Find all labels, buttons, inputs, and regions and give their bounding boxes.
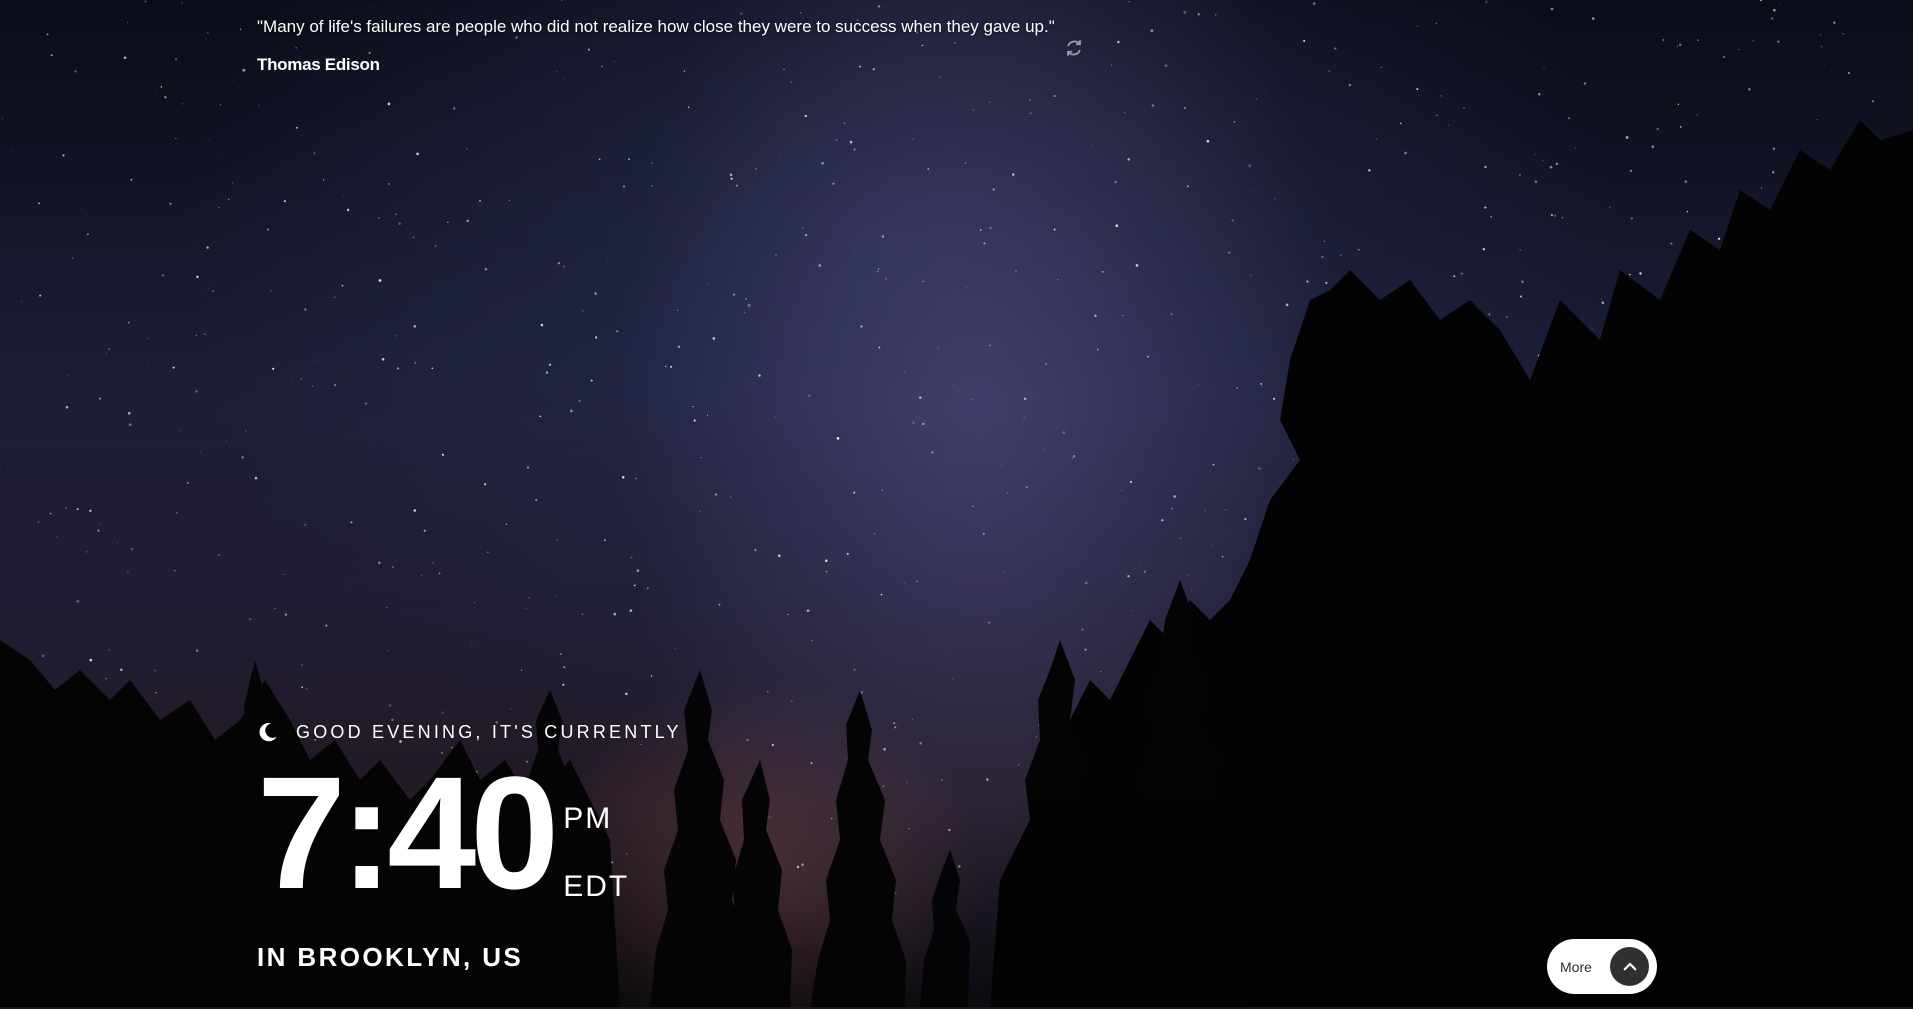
- more-button-label: More: [1560, 958, 1592, 975]
- timezone-label: EDT: [563, 870, 630, 903]
- quote-author: Thomas Edison: [257, 55, 380, 74]
- current-time: 7:40: [257, 743, 559, 922]
- greeting-row: GOOD EVENING, IT'S CURRENTLY: [257, 718, 682, 746]
- refresh-quote-button[interactable]: [1064, 38, 1084, 58]
- refresh-icon: [1067, 39, 1081, 57]
- moon-icon: [259, 722, 277, 742]
- more-toggle[interactable]: [1610, 947, 1649, 986]
- app-viewport: "Many of life's failures are people who …: [0, 0, 1913, 1009]
- greeting-text: GOOD EVENING, IT'S CURRENTLY: [296, 721, 682, 742]
- quote-block: "Many of life's failures are people who …: [257, 16, 1117, 75]
- chevron-up-icon: [1623, 962, 1636, 970]
- more-button[interactable]: More: [1547, 939, 1657, 994]
- am-pm-label: PM: [563, 802, 613, 835]
- location-label: IN BROOKLYN, US: [257, 942, 524, 972]
- time-meta: PM EDT: [563, 760, 629, 904]
- time-row: 7:40 PM EDT: [257, 743, 682, 922]
- clock-block: GOOD EVENING, IT'S CURRENTLY 7:40 PM EDT…: [257, 718, 682, 973]
- quote-text: "Many of life's failures are people who …: [257, 17, 1055, 36]
